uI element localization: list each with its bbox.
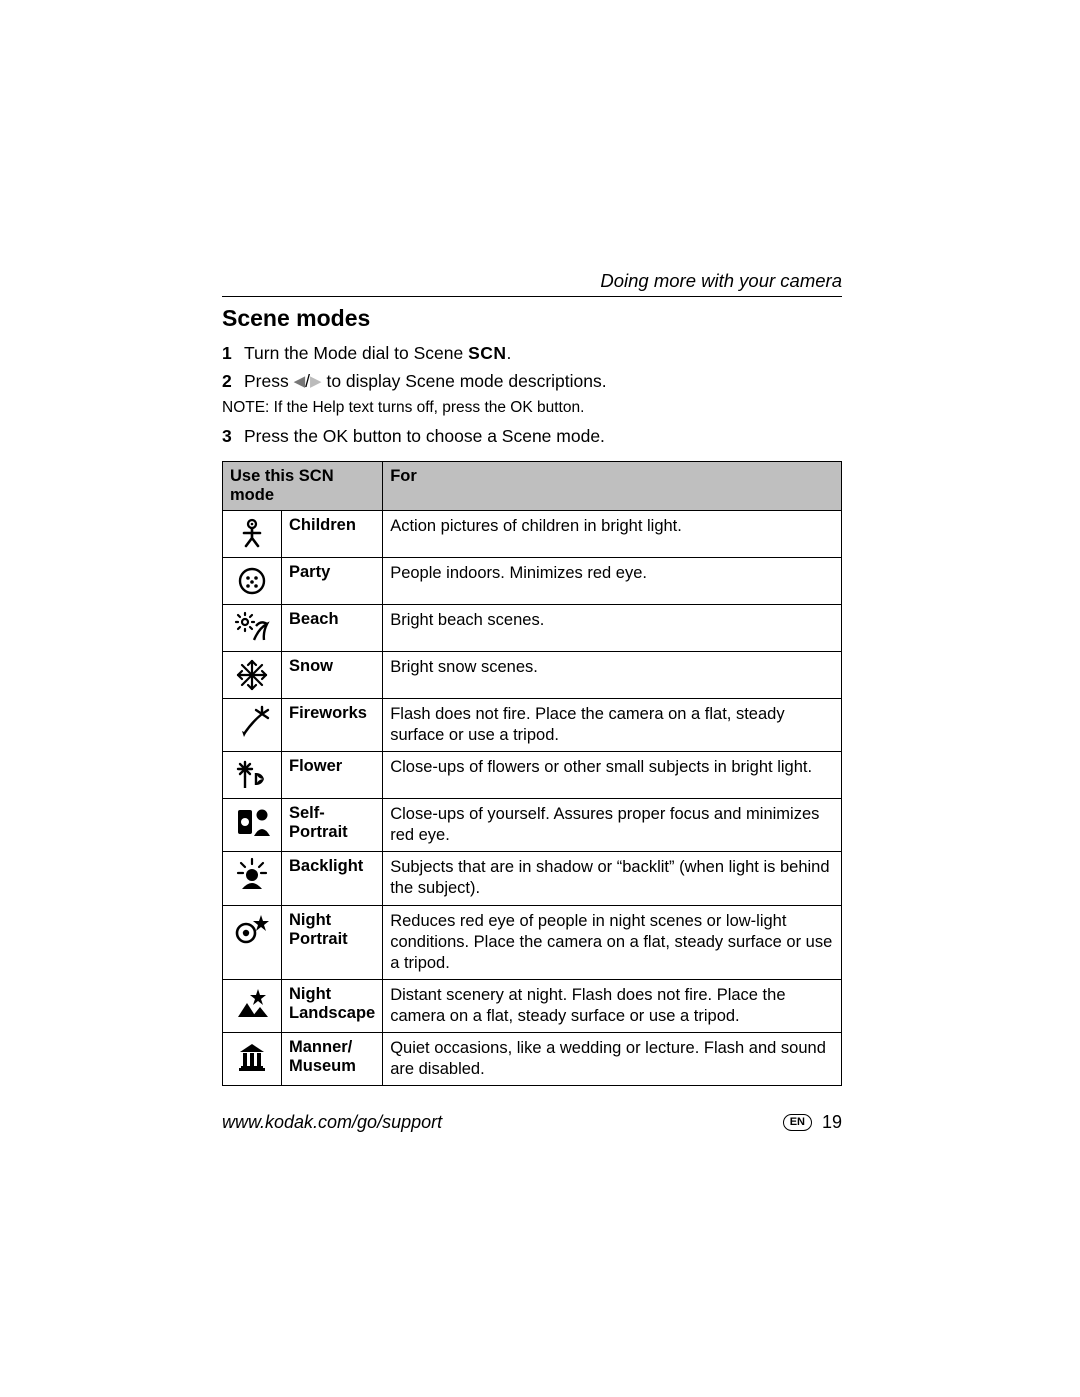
mode-name: Manner/Museum [282, 1033, 383, 1086]
step-text: Turn the Mode dial to Scene [244, 343, 468, 363]
mode-description: Distant scenery at night. Flash does not… [383, 979, 842, 1032]
step-number: 2 [222, 370, 244, 394]
step-text-post: to display Scene mode descriptions. [326, 371, 606, 391]
mode-description: Flash does not fire. Place the camera on… [383, 698, 842, 751]
beach-icon [223, 604, 282, 651]
step-1: 1 Turn the Mode dial to Scene SCN. [222, 342, 842, 366]
step-2: 2 Press ◀/▶ to display Scene mode descri… [222, 370, 842, 394]
running-head: Doing more with your camera [222, 270, 842, 296]
step-text: Press the OK button to choose a Scene mo… [244, 426, 605, 446]
mode-description: Quiet occasions, like a wedding or lectu… [383, 1033, 842, 1086]
language-badge: EN [783, 1114, 812, 1131]
mode-description: Subjects that are in shadow or “backlit”… [383, 852, 842, 905]
table-header-row: Use this SCN mode For [223, 461, 842, 510]
mode-description: Action pictures of children in bright li… [383, 510, 842, 557]
museum-icon [223, 1033, 282, 1086]
mode-description: Close-ups of yourself. Assures proper fo… [383, 799, 842, 852]
snow-icon [223, 651, 282, 698]
section-title: Scene modes [222, 305, 842, 332]
nav-right-icon: ▶ [310, 373, 322, 390]
mode-description: Reduces red eye of people in night scene… [383, 905, 842, 979]
note-text: NOTE: If the Help text turns off, press … [222, 399, 842, 417]
mode-name: Backlight [282, 852, 383, 905]
mode-name: Fireworks [282, 698, 383, 751]
mode-name: Beach [282, 604, 383, 651]
mode-description: Bright snow scenes. [383, 651, 842, 698]
page-number: 19 [822, 1112, 842, 1133]
scene-mode-table: Use this SCN mode For ChildrenAction pic… [222, 461, 842, 1086]
table-row: Manner/MuseumQuiet occasions, like a wed… [223, 1033, 842, 1086]
backlight-icon [223, 852, 282, 905]
header-rule [222, 296, 842, 297]
table-row: NightLandscapeDistant scenery at night. … [223, 979, 842, 1032]
step-number: 1 [222, 342, 244, 366]
mode-name: Party [282, 557, 383, 604]
table-row: BeachBright beach scenes. [223, 604, 842, 651]
mode-name: Self-Portrait [282, 799, 383, 852]
night-portrait-icon [223, 905, 282, 979]
col-mode-header: Use this SCN mode [223, 461, 383, 510]
mode-name: NightPortrait [282, 905, 383, 979]
table-row: NightPortraitReduces red eye of people i… [223, 905, 842, 979]
fireworks-icon [223, 698, 282, 751]
table-row: PartyPeople indoors. Minimizes red eye. [223, 557, 842, 604]
self-portrait-icon [223, 799, 282, 852]
support-url: www.kodak.com/go/support [222, 1112, 442, 1133]
step-body: Press the OK button to choose a Scene mo… [244, 425, 842, 449]
mode-name: NightLandscape [282, 979, 383, 1032]
night-landscape-icon [223, 979, 282, 1032]
mode-description: Bright beach scenes. [383, 604, 842, 651]
table-row: Self-PortraitClose-ups of yourself. Assu… [223, 799, 842, 852]
scn-icon: SCN [468, 343, 506, 363]
manual-page: Doing more with your camera Scene modes … [222, 270, 842, 1133]
step-body: Press ◀/▶ to display Scene mode descript… [244, 370, 842, 394]
table-row: SnowBright snow scenes. [223, 651, 842, 698]
mode-description: Close-ups of flowers or other small subj… [383, 752, 842, 799]
children-icon [223, 510, 282, 557]
mode-name: Children [282, 510, 383, 557]
step-3: 3 Press the OK button to choose a Scene … [222, 425, 842, 449]
flower-icon [223, 752, 282, 799]
table-row: FlowerClose-ups of flowers or other smal… [223, 752, 842, 799]
step-text-post: . [507, 343, 512, 363]
page-footer: www.kodak.com/go/support EN 19 [222, 1112, 842, 1133]
mode-name: Snow [282, 651, 383, 698]
nav-left-icon: ◀ [294, 373, 306, 390]
party-icon [223, 557, 282, 604]
table-row: FireworksFlash does not fire. Place the … [223, 698, 842, 751]
step-number: 3 [222, 425, 244, 449]
table-row: BacklightSubjects that are in shadow or … [223, 852, 842, 905]
mode-name: Flower [282, 752, 383, 799]
col-for-header: For [383, 461, 842, 510]
step-body: Turn the Mode dial to Scene SCN. [244, 342, 842, 366]
table-row: ChildrenAction pictures of children in b… [223, 510, 842, 557]
step-text: Press [244, 371, 294, 391]
mode-description: People indoors. Minimizes red eye. [383, 557, 842, 604]
